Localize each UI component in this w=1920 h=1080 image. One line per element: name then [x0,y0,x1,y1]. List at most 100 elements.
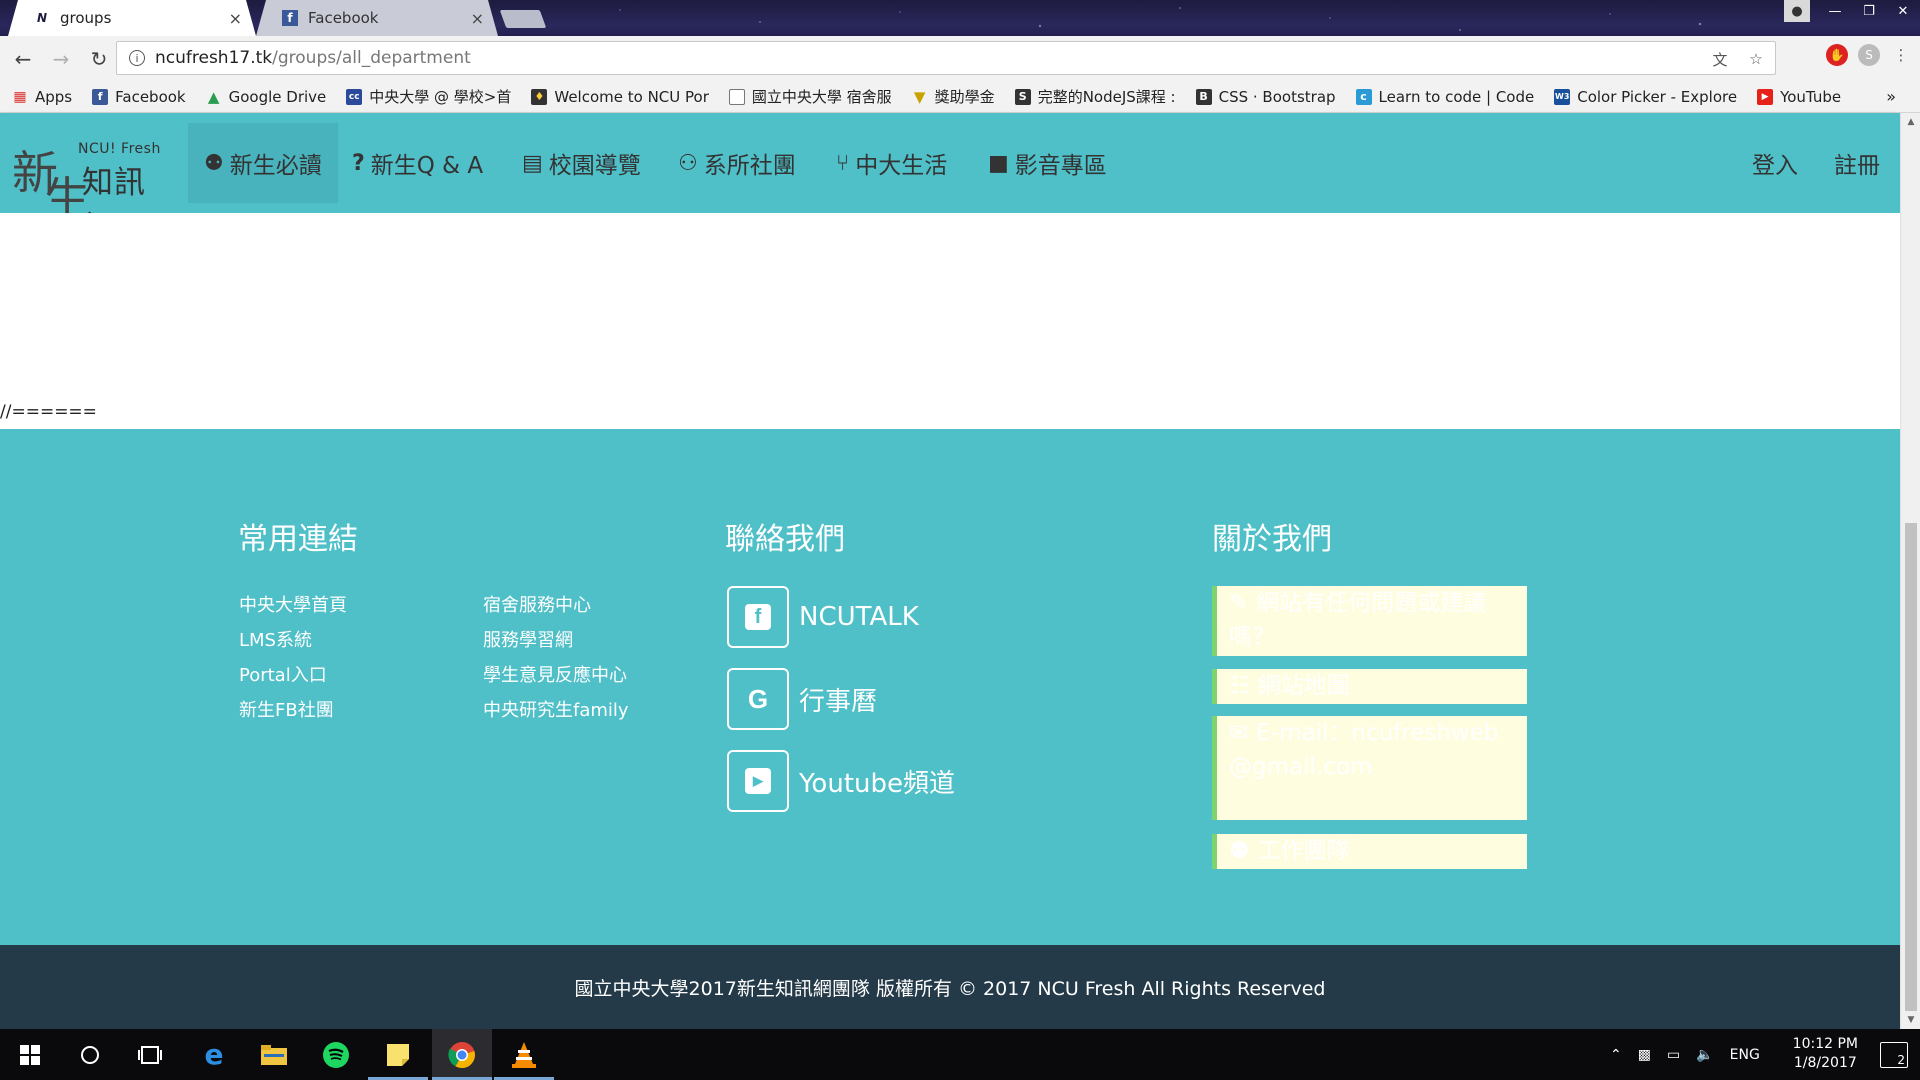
nav-campus-tour[interactable]: ▤ 校園導覽 [522,113,641,213]
bookmark-star-icon[interactable]: ☆ [1745,48,1767,70]
bookmark-label: YouTube [1780,87,1842,106]
back-button[interactable]: ← [8,44,38,74]
folder-icon [261,1044,287,1065]
file-explorer-icon[interactable] [244,1029,304,1080]
bookmark-codecademy[interactable]: c Learn to code | Code [1355,87,1535,106]
scroll-down-arrow-icon[interactable]: ▼ [1901,1011,1920,1029]
tab-groups[interactable]: N groups × [8,0,256,36]
action-center-icon[interactable]: 2 [1880,1042,1908,1068]
site-info-icon[interactable]: i [129,50,145,66]
about-team[interactable]: ⚉ 工作團隊 [1212,834,1527,869]
footer-link-portal[interactable]: Portal入口 [239,661,327,687]
battery-icon[interactable]: ▩ [1638,1047,1651,1063]
about-text: E-mail：ncufreshweb@gmail.com [1229,720,1499,780]
input-language[interactable]: ENG [1730,1047,1760,1063]
shield-icon: ♦ [531,88,548,105]
cc-icon: cc [346,88,363,105]
team-icon: ⚉ [1229,838,1250,864]
facebook-icon: f [92,88,109,105]
contact-ncutalk[interactable]: f NCUTALK [727,586,919,648]
site-navbar: 新 生 NCU! Fresh 知訊網 ⚉ 新生必讀 ? 新生Q & A ▤ 校園… [0,113,1900,246]
bookmark-google-drive[interactable]: ▲ Google Drive [206,87,326,106]
restore-button[interactable]: ❐ [1852,0,1886,22]
about-sitemap[interactable]: ☷ 網站地圖 [1212,669,1527,704]
w3schools-icon: W3 [1554,88,1571,105]
about-feedback[interactable]: ✎ 網站有任何問題或建議嗎？ [1212,586,1527,656]
minimize-button[interactable]: — [1818,0,1852,22]
url-host: ncufresh17.tk [155,48,273,68]
windows-start-icon[interactable] [0,1029,60,1080]
bookmark-apps[interactable]: ▦ Apps [12,88,72,106]
scroll-up-arrow-icon[interactable]: ▲ [1901,113,1920,131]
footer-link-ncu-home[interactable]: 中央大學首頁 [239,591,347,617]
bookmarks-overflow-button[interactable]: » [1886,87,1896,106]
bookmark-dorm[interactable]: ​ 國立中央大學 宿舍服 [728,86,892,107]
footer-link-lms[interactable]: LMS系統 [239,626,312,652]
nav-campus-life[interactable]: ⑂ 中大生活 [836,113,947,213]
clock-date: 1/8/2017 [1793,1055,1857,1071]
drive-icon: ▲ [207,87,220,106]
footer-link-dorm-center[interactable]: 宿舍服務中心 [483,591,591,617]
about-email[interactable]: ✉ E-mail：ncufreshweb@gmail.com [1212,716,1527,820]
copyright-bar: 國立中央大學2017新生知訊網團隊 版權所有 © 2017 NCU Fresh … [0,945,1900,1029]
contact-label: 行事曆 [799,686,878,717]
social-icon-box: f [727,586,789,648]
bookmark-color-picker[interactable]: W3 Color Picker - Explore [1554,88,1737,106]
chrome-taskbar-icon[interactable] [432,1029,492,1080]
scrollbar-thumb[interactable] [1905,523,1917,1011]
about-text: 工作團隊 [1257,838,1350,864]
footer-link-service-learning[interactable]: 服務學習網 [483,626,573,652]
nav-freshman-must-read[interactable]: ⚉ 新生必讀 [188,123,338,203]
taskbar-clock[interactable]: 10:12 PM 1/8/2017 [1793,1035,1858,1073]
nav-qa[interactable]: ? 新生Q & A [352,113,483,213]
edge-browser-icon[interactable]: e [184,1029,244,1080]
volume-icon[interactable]: 🔈 [1696,1047,1713,1063]
nav-departments-clubs[interactable]: ⚇ 系所社團 [678,113,796,213]
footer-link-feedback-center[interactable]: 學生意見反應中心 [483,661,627,687]
bookmark-facebook[interactable]: f Facebook [92,88,186,106]
bookmark-nodejs[interactable]: S 完整的NodeJS課程 : [1014,86,1176,107]
reload-button[interactable]: ↻ [84,44,114,74]
sticky-notes-icon[interactable] [368,1029,428,1080]
register-link[interactable]: 註冊 [1834,113,1880,213]
spotify-icon[interactable] [306,1029,366,1080]
page-icon: ​ [728,88,745,105]
new-tab-button[interactable] [499,10,547,28]
address-bar[interactable]: i ncufresh17.tk/groups/all_department 文 … [116,41,1776,75]
bookmark-youtube[interactable]: ▶ YouTube [1757,88,1841,106]
translate-icon[interactable]: 文 [1709,48,1731,70]
forward-button[interactable]: → [46,44,76,74]
network-icon[interactable]: ▭ [1667,1047,1680,1063]
show-hidden-icons-icon[interactable]: ⌃ [1610,1047,1622,1063]
profile-icon[interactable]: ● [1784,0,1810,22]
tab-facebook[interactable]: f Facebook × [256,0,498,36]
contact-label: NCUTALK [799,602,919,632]
bookmark-ncu-school[interactable]: cc 中央大學 @ 學校>首 [346,86,511,107]
skype-extension-icon[interactable]: S [1858,44,1880,66]
bookmark-label: Learn to code | Code [1378,87,1535,106]
video-camera-icon: ■ [988,150,1009,176]
login-link[interactable]: 登入 [1752,113,1798,213]
bookmark-label: 國立中央大學 宿舍服 [751,88,892,106]
close-tab-icon[interactable]: × [229,9,242,28]
adblock-extension-icon[interactable]: ✋ [1826,44,1848,66]
vlc-icon[interactable] [494,1029,554,1080]
site-logo[interactable]: 新 生 NCU! Fresh 知訊網 [12,123,172,246]
cortana-search-icon[interactable] [60,1029,120,1080]
close-tab-icon[interactable]: × [471,9,484,28]
bookmark-bootstrap[interactable]: B CSS · Bootstrap [1195,88,1336,106]
nav-video[interactable]: ■ 影音專區 [988,113,1107,213]
footer-link-fb-group[interactable]: 新生FB社團 [239,696,334,722]
footer-link-grad-family[interactable]: 中央研究生family [483,696,629,722]
vertical-scrollbar[interactable]: ▲ ▼ [1900,113,1920,1029]
nav-label: 新生Q & A [370,153,484,179]
contact-calendar[interactable]: G 行事曆 [727,668,877,730]
task-view-icon[interactable] [120,1029,180,1080]
bookmark-scholarship[interactable]: ▼ 獎助學金 [912,86,995,107]
chrome-menu-icon[interactable]: ⋮ [1890,44,1912,66]
bookmark-ncu-portal[interactable]: ♦ Welcome to NCU Por [531,88,709,106]
close-window-button[interactable]: ✕ [1886,0,1920,22]
contact-youtube[interactable]: ▶ Youtube頻道 [727,750,955,812]
url-path: /groups/all_department [272,48,471,68]
envelope-icon: ✉ [1229,720,1249,746]
